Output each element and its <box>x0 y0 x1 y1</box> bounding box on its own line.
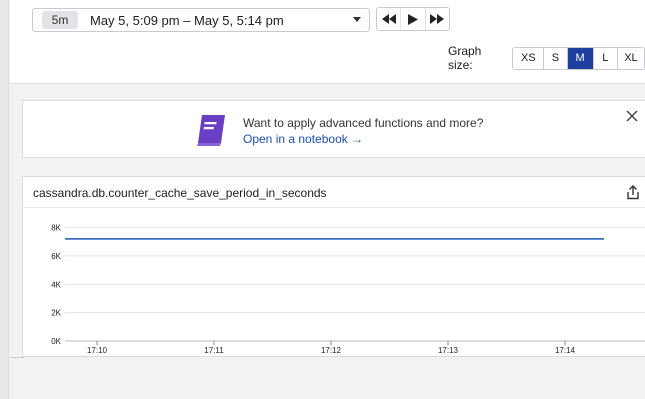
playback-controls <box>376 7 450 31</box>
time-range-picker[interactable]: 5m May 5, 5:09 pm – May 5, 5:14 pm <box>32 8 370 32</box>
x-tick-label: 17:12 <box>321 346 342 355</box>
x-tick-label: 17:13 <box>438 346 459 355</box>
open-notebook-link[interactable]: Open in a notebook → <box>243 132 363 146</box>
close-icon[interactable] <box>625 109 639 123</box>
divider <box>10 357 24 358</box>
graph-size-options: XS S M L XL <box>512 46 645 70</box>
y-tick-label: 4K <box>51 280 61 289</box>
x-tick-label: 17:14 <box>555 346 576 355</box>
notebook-banner: Want to apply advanced functions and mor… <box>22 100 645 158</box>
rewind-icon <box>381 14 396 24</box>
metric-widget: cassandra.db.counter_cache_save_period_i… <box>22 176 645 357</box>
fast-forward-icon <box>430 14 445 24</box>
graph-size-label: Graph size: <box>448 44 482 72</box>
notebook-icon <box>197 115 225 146</box>
duration-badge: 5m <box>42 11 78 29</box>
toolbar-panel: 5m May 5, 5:09 pm – May 5, 5:14 pm Graph… <box>10 0 645 84</box>
x-tick-label: 17:11 <box>204 346 224 355</box>
y-tick-label: 2K <box>51 309 61 318</box>
play-button[interactable] <box>400 8 424 30</box>
time-range-text: May 5, 5:09 pm – May 5, 5:14 pm <box>90 12 284 28</box>
share-icon[interactable] <box>626 185 640 200</box>
left-nav-edge <box>0 0 9 399</box>
graph-size-selector: Graph size: XS S M L XL <box>448 44 645 72</box>
graph-size-l[interactable]: L <box>592 47 617 69</box>
banner-title: Want to apply advanced functions and mor… <box>243 116 484 130</box>
graph-size-m[interactable]: M <box>566 47 593 69</box>
line-chart: 0K 2K 4K 6K 8K 17:10 17:11 17:12 17:13 17:14 <box>51 224 645 355</box>
fast-forward-button[interactable] <box>424 8 449 30</box>
graph-size-xs[interactable]: XS <box>513 47 544 69</box>
rewind-button[interactable] <box>377 8 400 30</box>
x-tick-label: 17:10 <box>87 346 108 355</box>
play-icon <box>407 13 418 25</box>
y-tick-label: 0K <box>51 337 61 346</box>
widget-title: cassandra.db.counter_cache_save_period_i… <box>33 186 327 200</box>
graph-size-s[interactable]: S <box>543 47 567 69</box>
chevron-down-icon[interactable] <box>353 17 361 22</box>
y-tick-label: 8K <box>51 224 61 233</box>
y-tick-label: 6K <box>51 252 61 261</box>
widget-header: cassandra.db.counter_cache_save_period_i… <box>23 177 645 208</box>
graph-size-xl[interactable]: XL <box>616 47 644 69</box>
